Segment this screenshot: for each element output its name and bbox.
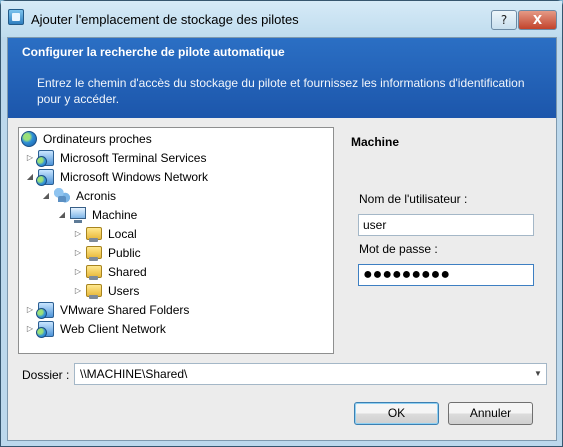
dialog-body: Configurer la recherche de pilote automa…	[7, 37, 557, 441]
collapse-arrow-icon[interactable]: ◢	[25, 172, 35, 181]
help-button[interactable]: ?	[491, 10, 517, 30]
shared-folder-icon	[86, 246, 102, 261]
banner-title: Configurer la recherche de pilote automa…	[22, 45, 285, 59]
tree-item-users[interactable]: ▷ Users	[73, 281, 139, 300]
machine-section-title: Machine	[351, 135, 400, 149]
tree-item-label: Web Client Network	[60, 321, 166, 336]
workgroup-icon	[54, 187, 70, 204]
tree-item-machine[interactable]: ◢ Machine	[57, 205, 137, 224]
username-field[interactable]: user	[358, 214, 534, 236]
expand-arrow-icon[interactable]: ▷	[73, 267, 83, 276]
tree-item-label: Acronis	[76, 188, 117, 203]
title-bar[interactable]: Ajouter l'emplacement de stockage des pi…	[1, 1, 562, 37]
tree-item-label: Machine	[92, 207, 138, 222]
tree-item-label: Shared	[108, 264, 147, 279]
collapse-arrow-icon[interactable]: ◢	[57, 210, 67, 219]
expand-arrow-icon[interactable]: ▷	[25, 324, 35, 333]
expand-arrow-icon[interactable]: ▷	[73, 286, 83, 295]
tree-item-local[interactable]: ▷ Local	[73, 224, 137, 243]
close-button[interactable]: X	[518, 10, 557, 30]
folder-path-value: \\MACHINE\Shared\	[80, 367, 188, 381]
expand-arrow-icon[interactable]: ▷	[25, 153, 35, 162]
expand-arrow-icon[interactable]: ▷	[73, 248, 83, 257]
header-banner: Configurer la recherche de pilote automa…	[8, 38, 556, 118]
dropdown-arrow-icon[interactable]: ▼	[532, 366, 544, 382]
folder-label: Dossier :	[22, 368, 70, 382]
app-icon	[8, 9, 24, 25]
tree-item-nearby-computers[interactable]: Ordinateurs proches	[21, 129, 152, 148]
network-icon	[36, 301, 54, 319]
network-icon	[36, 149, 54, 167]
expand-arrow-icon[interactable]: ▷	[73, 229, 83, 238]
tree-item-label: Microsoft Windows Network	[60, 169, 209, 184]
shared-folder-icon	[86, 284, 102, 299]
tree-item-acronis[interactable]: ◢ Acronis	[41, 186, 116, 205]
globe-icon	[21, 130, 37, 147]
tree-item-label: VMware Shared Folders	[60, 302, 190, 317]
tree-item-shared[interactable]: ▷ Shared	[73, 262, 147, 281]
dialog-window: Ajouter l'emplacement de stockage des pi…	[0, 0, 563, 447]
cancel-button[interactable]: Annuler	[448, 402, 533, 425]
ok-button[interactable]: OK	[354, 402, 439, 425]
network-icon	[36, 168, 54, 186]
tree-item-label: Ordinateurs proches	[43, 131, 152, 146]
tree-item-terminal-services[interactable]: ▷ Microsoft Terminal Services	[25, 148, 206, 167]
tree-item-public[interactable]: ▷ Public	[73, 243, 141, 262]
tree-item-label: Users	[108, 283, 140, 298]
expand-arrow-icon[interactable]: ▷	[25, 305, 35, 314]
network-icon	[36, 320, 54, 338]
password-label: Mot de passe :	[359, 242, 438, 256]
window-title: Ajouter l'emplacement de stockage des pi…	[31, 12, 299, 27]
shared-folder-icon	[86, 265, 102, 280]
tree-item-windows-network[interactable]: ◢ Microsoft Windows Network	[25, 167, 208, 186]
collapse-arrow-icon[interactable]: ◢	[41, 191, 51, 200]
tree-item-label: Local	[108, 226, 137, 241]
network-tree[interactable]: Ordinateurs proches ▷ Microsoft Terminal…	[18, 127, 334, 354]
password-field[interactable]: ●●●●●●●●●	[358, 264, 534, 286]
shared-folder-icon	[86, 227, 102, 242]
banner-description: Entrez le chemin d'accès du stockage du …	[37, 76, 525, 106]
tree-item-label: Public	[108, 245, 141, 260]
computer-icon	[70, 207, 86, 223]
tree-item-web-client-network[interactable]: ▷ Web Client Network	[25, 319, 166, 338]
username-label: Nom de l'utilisateur :	[359, 192, 468, 206]
folder-path-combobox[interactable]: \\MACHINE\Shared\ ▼	[74, 363, 547, 385]
tree-item-vmware-shared-folders[interactable]: ▷ VMware Shared Folders	[25, 300, 189, 319]
tree-item-label: Microsoft Terminal Services	[60, 150, 207, 165]
